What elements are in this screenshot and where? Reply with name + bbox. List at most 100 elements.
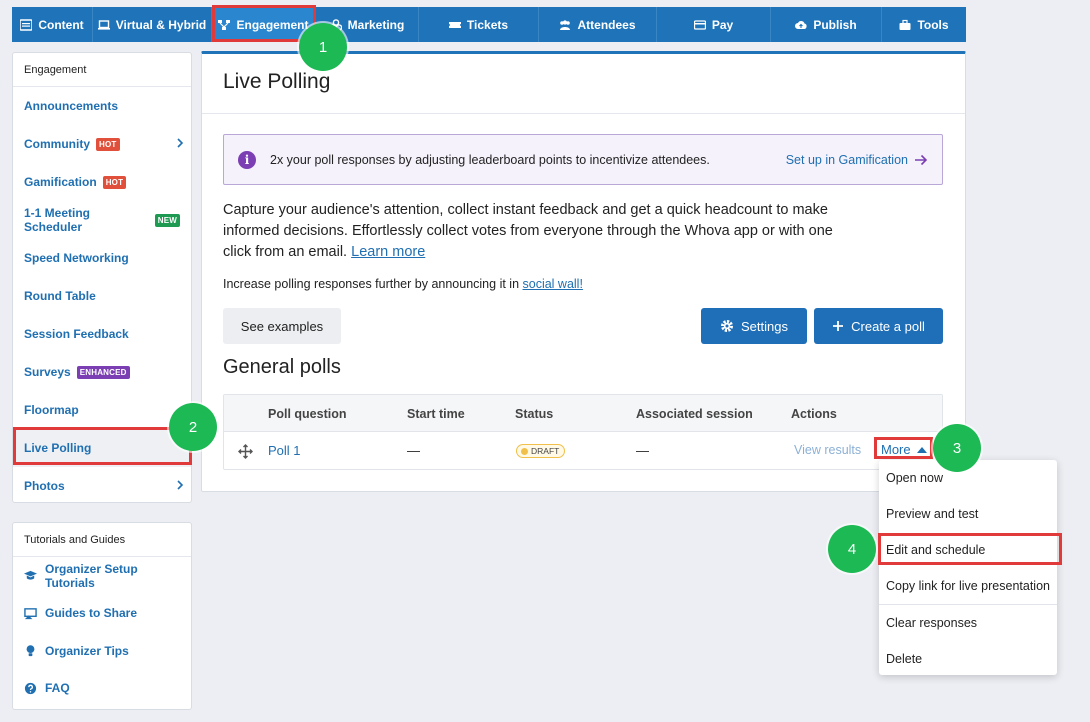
enhanced-badge: ENHANCED [76,365,130,379]
tutorials-panel: Tutorials and Guides Organizer Setup Tut… [12,522,192,710]
hot-badge: HOT [96,137,120,151]
sidebar-item-session-feedback[interactable]: Session Feedback [13,315,191,353]
plus-icon [833,321,844,331]
sidebar-item-label: Community [24,137,90,151]
share-guide-icon [24,607,37,619]
column-header: Actions [791,407,837,421]
tutorials-header: Tutorials and Guides [13,523,191,557]
sidebar-item-label: Round Table [24,289,96,303]
description: Capture your audience's attention, colle… [223,200,843,263]
gear-icon [721,320,733,332]
sidebar-item-label: Floormap [24,403,79,417]
tutorial-label: FAQ [45,681,70,696]
nav-label: Attendees [577,17,636,32]
gamification-link[interactable]: Set up in Gamification [786,153,928,167]
column-header: Start time [407,407,465,421]
see-examples-button[interactable]: See examples [223,308,341,344]
column-header: Associated session [636,407,753,421]
sidebar-item-label: 1-1 Meeting Scheduler [24,206,91,234]
poll-question-link[interactable]: Poll 1 [268,443,301,458]
nav-label: Publish [813,17,857,32]
toolbox-icon [899,19,911,30]
hot-badge: HOT [102,175,127,189]
caret-up-icon [916,447,927,453]
menu-item-copy-link[interactable]: Copy link for live presentation [879,568,1057,604]
more-actions-menu: Open now Preview and test Edit and sched… [879,460,1057,675]
sidebar-item-meeting-scheduler[interactable]: 1-1 Meeting Scheduler NEW [13,201,191,239]
nav-attendees[interactable]: Attendees [539,7,657,42]
nav-tickets[interactable]: Tickets [419,7,539,42]
create-poll-button[interactable]: Create a poll [814,308,943,344]
sidebar-item-label: Announcements [24,99,119,113]
tutorial-faq[interactable]: FAQ [13,670,191,708]
chevron-right-icon [177,138,184,148]
nav-label: Tickets [466,17,509,32]
live-polling-card: Live Polling i 2x your poll responses by… [201,51,966,492]
status-badge: DRAFT [516,444,566,458]
more-button[interactable]: More [881,442,927,457]
section-title: General polls [223,356,341,378]
sidebar-item-label: Live Polling [24,441,92,455]
gamification-tip-banner: i 2x your poll responses by adjusting le… [223,134,943,185]
status-label: DRAFT [531,446,560,456]
nav-label: Tools [917,17,949,32]
sidebar-item-community[interactable]: Community HOT [13,125,191,163]
nav-publish[interactable]: Publish [771,7,882,42]
sidebar-item-surveys[interactable]: Surveys ENHANCED [13,353,191,391]
nav-virtual-hybrid[interactable]: Virtual & Hybrid [93,7,212,42]
info-icon: i [238,150,256,169]
sidebar-item-gamification[interactable]: Gamification HOT [13,163,191,201]
menu-item-edit-and-schedule[interactable]: Edit and schedule [879,532,1057,568]
description-text: Capture your audience's attention, colle… [223,202,833,260]
settings-button[interactable]: Settings [701,308,807,344]
more-label: More [881,442,911,457]
tutorial-organizer-tips[interactable]: Organizer Tips [13,632,191,670]
top-navigation: Content Virtual & Hybrid Engagement Mark… [12,7,966,42]
content-icon [20,18,33,31]
lightbulb-icon [26,645,35,657]
tutorial-label: Guides to Share [45,606,138,621]
learn-more-link[interactable]: Learn more [351,244,425,260]
sidebar-item-speed-networking[interactable]: Speed Networking [13,239,191,277]
sidebar-item-label: Gamification [24,175,97,189]
sidebar-item-round-table[interactable]: Round Table [13,277,191,315]
nav-pay[interactable]: Pay [657,7,771,42]
table-header: Poll question Start time Status Associat… [224,395,942,432]
question-circle-icon [24,682,37,694]
gamification-link-label: Set up in Gamification [785,152,908,167]
sidebar-item-label: Session Feedback [24,327,129,341]
chevron-right-icon [177,480,184,490]
increase-text: Increase polling responses further by an… [223,277,520,291]
start-time: — [407,443,420,458]
sidebar-item-announcements[interactable]: Announcements [13,87,191,125]
create-poll-label: Create a poll [851,318,925,334]
engagement-sidebar: Engagement Announcements Community HOT G… [12,52,192,503]
tutorial-organizer-setup[interactable]: Organizer Setup Tutorials [13,557,191,595]
nav-label: Virtual & Hybrid [115,17,207,32]
drag-handle-icon[interactable] [238,444,253,459]
sidebar-header: Engagement [13,53,191,87]
increase-responses-text: Increase polling responses further by an… [223,277,583,291]
nav-content[interactable]: Content [12,7,93,42]
column-header: Status [515,407,554,421]
view-results-link[interactable]: View results [794,443,861,457]
tutorial-guides-to-share[interactable]: Guides to Share [13,595,191,633]
menu-item-clear-responses[interactable]: Clear responses [879,605,1057,641]
menu-item-delete[interactable]: Delete [879,641,1057,677]
step-marker-4: 4 [828,525,876,573]
nav-tools[interactable]: Tools [882,7,966,42]
sidebar-item-floormap[interactable]: Floormap [13,391,191,429]
cloud-upload-icon [795,20,807,29]
tip-text: 2x your poll responses by adjusting lead… [270,152,710,167]
table-row: Poll 1 — DRAFT — View results More [224,432,942,469]
tutorial-label: Organizer Setup Tutorials [45,561,138,590]
social-wall-link[interactable]: social wall! [523,277,583,291]
sidebar-item-live-polling[interactable]: Live Polling [13,429,191,467]
laptop-icon [97,19,110,30]
sidebar-item-photos[interactable]: Photos [13,467,191,505]
status-dot [521,447,528,455]
menu-item-preview-and-test[interactable]: Preview and test [879,496,1057,532]
nav-label: Marketing [347,17,405,32]
associated-session: — [636,443,649,458]
nav-label: Content [38,17,84,32]
